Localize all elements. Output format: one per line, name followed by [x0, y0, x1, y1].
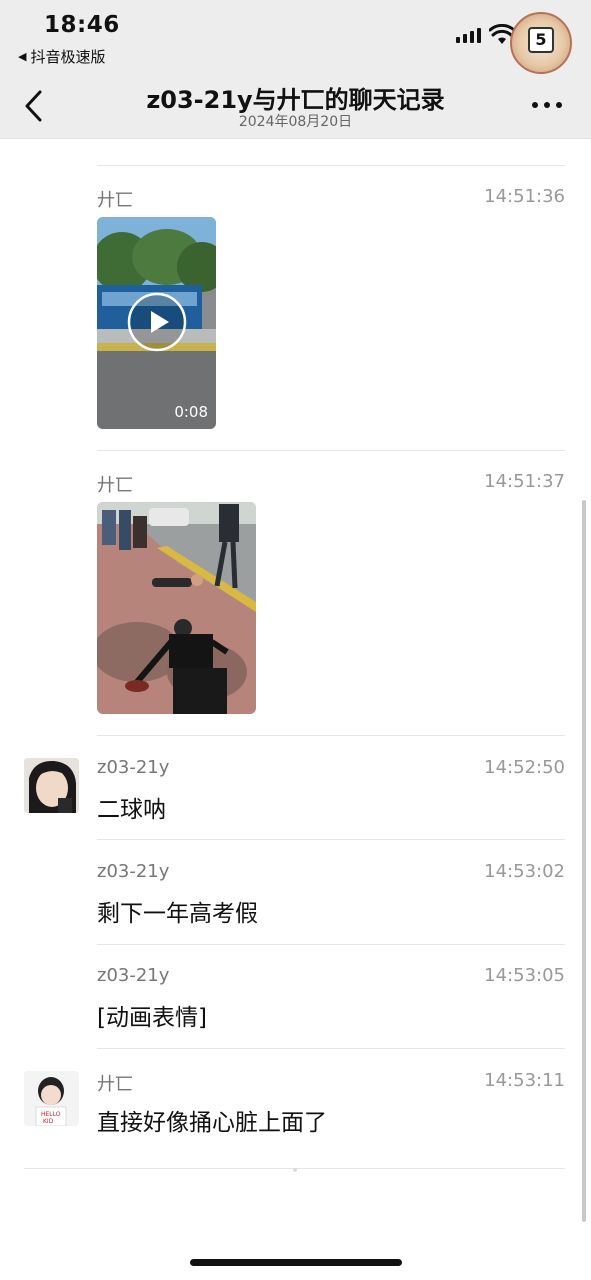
badge-number: 5	[528, 27, 554, 53]
back-triangle-icon: ◀	[18, 50, 27, 63]
message-time: 14:51:36	[484, 186, 565, 207]
divider	[97, 944, 565, 945]
svg-text:KID: KID	[43, 1118, 54, 1125]
message-text: [动画表情]	[97, 1005, 207, 1031]
home-indicator[interactable]	[190, 1259, 402, 1266]
image-thumbnail[interactable]	[97, 502, 256, 714]
status-bar: 18:46 ◀ 抖音极速版 5	[0, 0, 591, 74]
message-time: 14:53:02	[484, 861, 565, 882]
message-time: 14:53:11	[484, 1070, 565, 1091]
more-dots-icon[interactable]	[532, 102, 562, 108]
message-sender: z03-21y	[97, 965, 170, 986]
cellular-signal-icon	[456, 28, 481, 43]
message-text: 直接好像捅心脏上面了	[97, 1110, 327, 1136]
avatar[interactable]	[24, 758, 79, 813]
message-sender: 廾匸	[97, 475, 133, 496]
page-subtitle-date: 2024年08月20日	[238, 114, 353, 130]
svg-text:HELLO: HELLO	[41, 1111, 61, 1118]
play-icon[interactable]	[126, 291, 188, 353]
divider	[97, 735, 565, 736]
nav-bar: z03-21y与廾匸的聊天记录 2024年08月20日	[0, 74, 591, 139]
status-time: 18:46	[44, 12, 120, 38]
divider	[97, 839, 565, 840]
scrollbar[interactable]	[582, 500, 586, 1222]
message-sender: z03-21y	[97, 861, 170, 882]
divider	[97, 450, 565, 451]
list-end-dot	[293, 1168, 297, 1172]
video-duration: 0:08	[174, 403, 208, 421]
message-time: 14:53:05	[484, 965, 565, 986]
message-text: 二球呐	[97, 797, 166, 823]
chat-history-list[interactable]: 廾匸 14:51:36 0:08 廾匸 14:51:37 z03-21y 14:…	[0, 139, 591, 1280]
back-to-app-link[interactable]: ◀ 抖音极速版	[18, 46, 105, 67]
message-sender: 廾匸	[97, 190, 133, 211]
divider	[97, 165, 565, 166]
divider	[97, 1048, 565, 1049]
video-thumbnail[interactable]: 0:08	[97, 217, 216, 429]
message-sender: z03-21y	[97, 757, 170, 778]
back-app-label: 抖音极速版	[30, 48, 106, 66]
message-sender: 廾匸	[97, 1074, 133, 1095]
message-time: 14:51:37	[484, 471, 565, 492]
message-text: 剩下一年高考假	[97, 901, 258, 927]
avatar[interactable]: HELLO KID	[24, 1071, 79, 1126]
message-time: 14:52:50	[484, 757, 565, 778]
battery-badge: 5	[510, 12, 572, 74]
page-title: z03-21y与廾匸的聊天记录	[146, 86, 445, 114]
